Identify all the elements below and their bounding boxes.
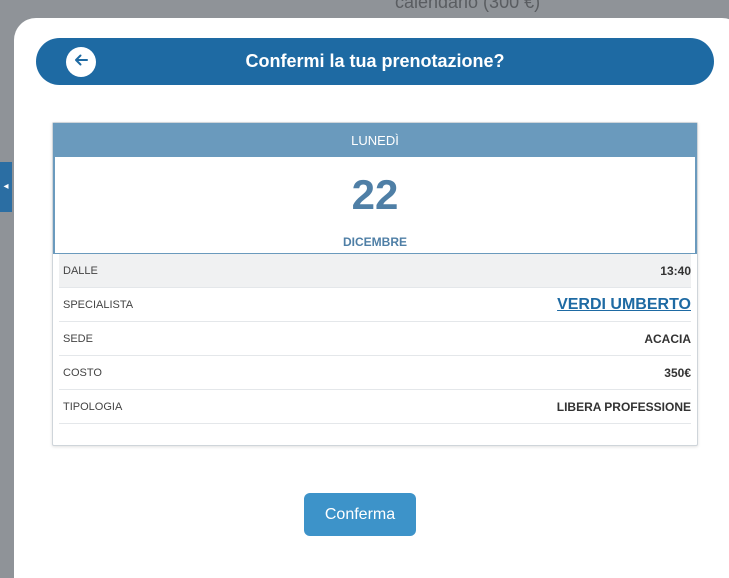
month-label: DICEMBRE [342, 235, 407, 249]
cost-value: 350€ [664, 365, 691, 380]
confirm-button[interactable]: Conferma [304, 493, 416, 536]
day-number: 22 [351, 171, 399, 218]
back-button[interactable] [66, 47, 96, 77]
side-collapse-tab[interactable]: ◂ [0, 162, 12, 212]
specialist-link[interactable]: VERDI UMBERTO [557, 296, 691, 314]
background-partial-text: calendario (300 €) [395, 0, 541, 12]
appointment-card: LUNEDÌ 22 DICEMBRE DALLE 13:40 SPECIALIS… [52, 122, 698, 446]
detail-row-cost: COSTO 350€ [59, 356, 691, 390]
arrow-left-icon [73, 52, 89, 73]
date-box: 22 DICEMBRE [53, 157, 697, 254]
detail-row-location: SEDE ACACIA [59, 322, 691, 356]
modal-header: Confermi la tua prenotazione? [36, 38, 714, 85]
detail-row-time: DALLE 13:40 [59, 254, 691, 288]
detail-row-type: TIPOLOGIA LIBERA PROFESSIONE [59, 390, 691, 424]
detail-row-specialist: SPECIALISTA VERDI UMBERTO [59, 288, 691, 322]
booking-confirm-modal: Confermi la tua prenotazione? LUNEDÌ 22 … [14, 18, 729, 578]
detail-label: DALLE [63, 264, 98, 277]
time-value: 13:40 [660, 263, 691, 278]
details-list: DALLE 13:40 SPECIALISTA VERDI UMBERTO SE… [53, 254, 697, 424]
detail-label: SPECIALISTA [63, 298, 134, 311]
type-value: LIBERA PROFESSIONE [556, 399, 691, 414]
modal-title: Confermi la tua prenotazione? [245, 51, 505, 71]
weekday-label: LUNEDÌ [53, 123, 697, 157]
detail-label: COSTO [63, 366, 102, 379]
detail-label: SEDE [63, 332, 93, 345]
location-value: ACACIA [644, 331, 691, 346]
detail-label: TIPOLOGIA [63, 400, 123, 413]
